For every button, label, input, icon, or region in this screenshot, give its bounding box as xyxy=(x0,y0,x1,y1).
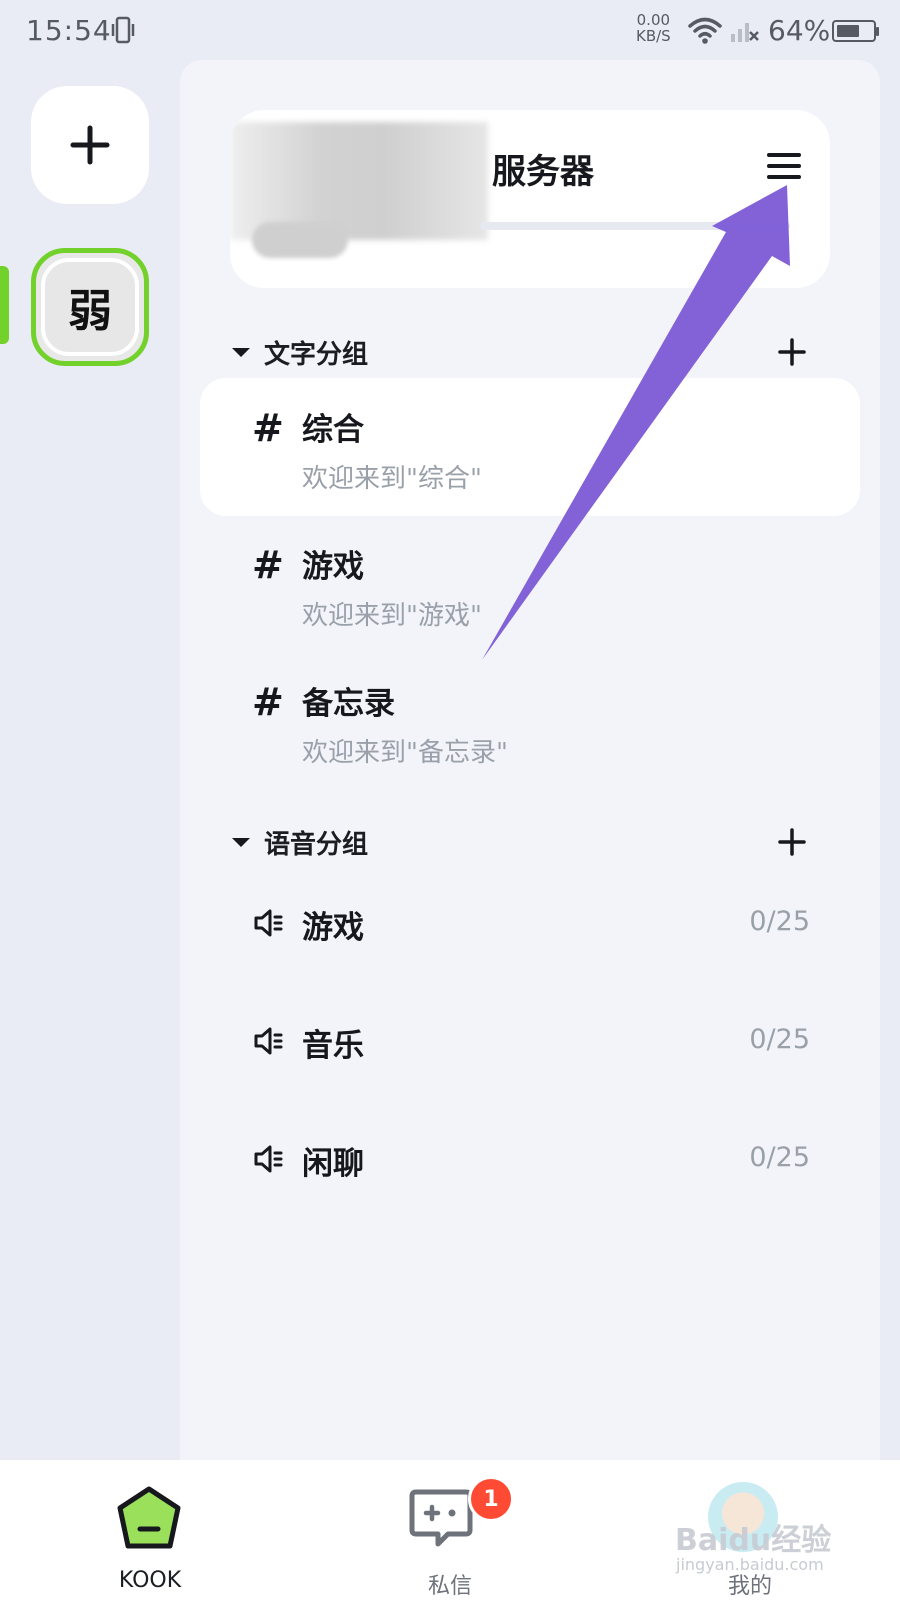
hamburger-menu-icon xyxy=(767,153,801,179)
speaker-icon xyxy=(252,1024,286,1062)
server-level-bar xyxy=(480,222,790,230)
nav-label: KOOK xyxy=(118,1568,182,1593)
nav-messages[interactable]: 1 私信 xyxy=(350,1460,550,1600)
hash-icon: # xyxy=(252,543,284,587)
voice-channel-item[interactable]: 游戏 0/25 xyxy=(200,880,860,970)
voice-channel-count: 0/25 xyxy=(749,1142,810,1173)
server-header-card[interactable]: 服务器 xyxy=(230,110,830,288)
collapse-caret-icon xyxy=(232,837,250,847)
channel-name: 游戏 xyxy=(302,549,364,585)
battery-cap xyxy=(876,27,879,36)
server-name: 服务器 xyxy=(492,152,594,192)
voice-channel-name: 音乐 xyxy=(302,1028,364,1064)
server-initial: 弱 xyxy=(41,258,139,356)
text-channel-item[interactable]: # 游戏 欢迎来到"游戏" xyxy=(200,515,860,653)
voice-channel-item[interactable]: 闲聊 0/25 xyxy=(200,1116,860,1206)
text-channel-item[interactable]: # 综合 欢迎来到"综合" xyxy=(200,378,860,516)
add-voice-channel-button[interactable] xyxy=(772,822,812,862)
baidu-watermark-url: jingyan.baidu.com xyxy=(676,1555,824,1574)
text-group-header[interactable]: 文字分组 xyxy=(232,332,812,372)
voice-channel-count: 0/25 xyxy=(749,1024,810,1055)
voice-group-header[interactable]: 语音分组 xyxy=(232,822,812,862)
channel-description: 欢迎来到"游戏" xyxy=(302,601,482,631)
channel-name: 备忘录 xyxy=(302,686,395,722)
status-time: 15:54 xyxy=(26,14,112,47)
channel-name: 综合 xyxy=(302,412,364,448)
selected-server-indicator xyxy=(0,266,9,344)
network-speed-value: 0.00 xyxy=(636,11,671,29)
baidu-watermark: Baidu经验 xyxy=(675,1523,832,1558)
add-server-button[interactable] xyxy=(31,86,149,204)
battery-fill xyxy=(837,25,859,37)
text-group-title: 文字分组 xyxy=(264,339,369,370)
speaker-icon xyxy=(252,906,286,944)
vibrate-icon xyxy=(110,16,136,48)
collapse-caret-icon xyxy=(232,347,250,357)
voice-channel-name: 闲聊 xyxy=(302,1146,364,1182)
voice-channel-name: 游戏 xyxy=(302,910,364,946)
hash-icon: # xyxy=(252,406,284,450)
network-speed: 0.00 KB/S xyxy=(636,12,671,44)
server-icon-selected[interactable]: 弱 xyxy=(31,248,149,366)
cellular-signal-icon xyxy=(730,16,760,48)
hash-icon: # xyxy=(252,680,284,724)
voice-group-title: 语音分组 xyxy=(264,829,369,860)
plus-icon xyxy=(70,125,110,165)
nav-label: 私信 xyxy=(427,1574,472,1599)
nav-kook[interactable]: KOOK xyxy=(50,1460,250,1600)
plus-icon xyxy=(778,338,806,366)
gamepad-chat-icon xyxy=(409,1489,473,1547)
voice-channel-count: 0/25 xyxy=(749,906,810,937)
status-bar: 15:54 0.00 KB/S 64% xyxy=(0,0,900,62)
channel-description: 欢迎来到"综合" xyxy=(302,464,482,494)
battery-icon xyxy=(832,20,876,42)
plus-icon xyxy=(778,828,806,856)
server-menu-button[interactable] xyxy=(764,146,804,186)
wifi-icon xyxy=(688,16,722,48)
voice-channel-item[interactable]: 音乐 0/25 xyxy=(200,998,860,1088)
add-text-channel-button[interactable] xyxy=(772,332,812,372)
kook-home-icon xyxy=(117,1486,181,1549)
channel-description: 欢迎来到"备忘录" xyxy=(302,738,508,768)
battery-percent: 64% xyxy=(768,14,831,47)
text-channel-item[interactable]: # 备忘录 欢迎来到"备忘录" xyxy=(200,652,860,790)
blurred-server-badge xyxy=(252,222,348,258)
unread-badge: 1 xyxy=(468,1476,514,1522)
speaker-icon xyxy=(252,1142,286,1180)
network-speed-unit: KB/S xyxy=(636,27,671,45)
